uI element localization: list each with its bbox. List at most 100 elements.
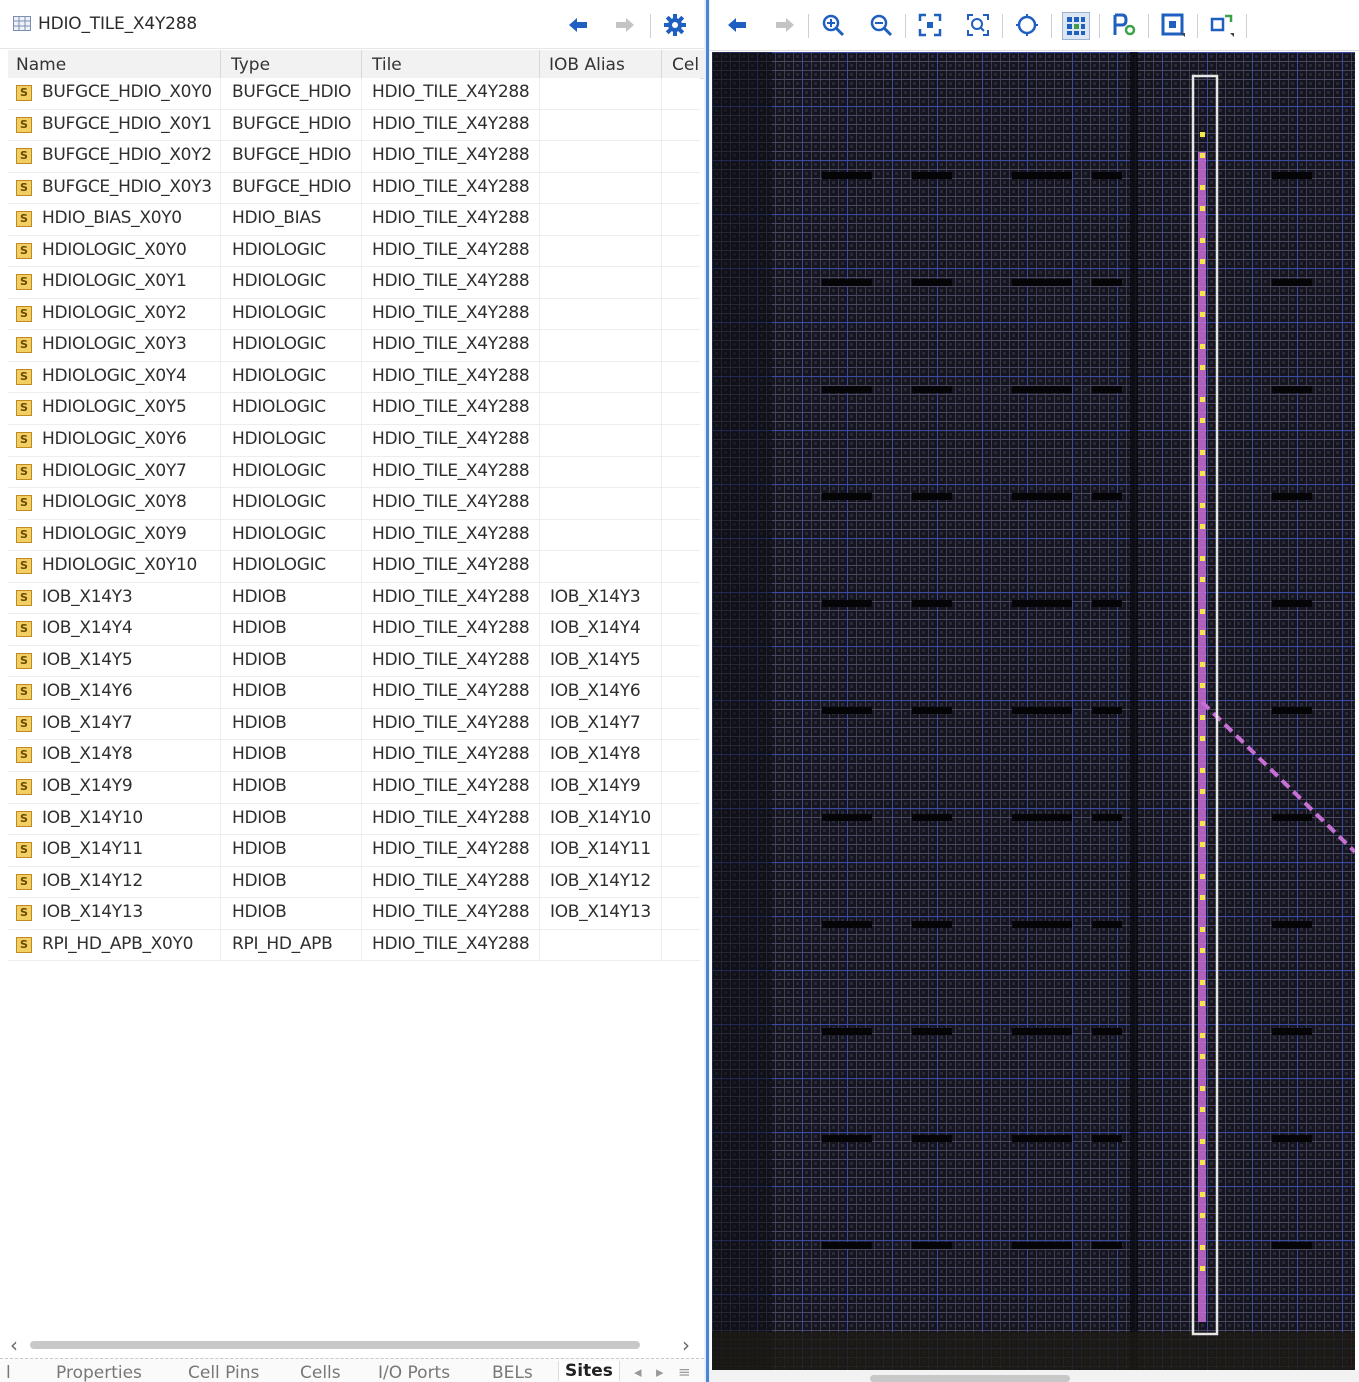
- column-header-cell[interactable]: Cel: [672, 55, 699, 75]
- site-marker: [1200, 874, 1205, 879]
- dsp-block: [1012, 1028, 1072, 1035]
- tab-cells[interactable]: Cells: [300, 1363, 341, 1382]
- zoom-out-icon[interactable]: [868, 12, 894, 38]
- cell-name: HDIOLOGIC_X0Y7: [42, 460, 187, 481]
- site-browser-panel: HDIO_TILE_X4Y288 Name Type Tile IOB Alia…: [0, 0, 704, 1382]
- scroll-left-icon[interactable]: ‹: [10, 1333, 18, 1357]
- forward-arrow-icon[interactable]: [612, 12, 638, 38]
- table-row[interactable]: S IOB_X14Y10 HDIOB HDIO_TILE_X4Y288 IOB_X14Y…: [8, 803, 700, 836]
- zoom-in-icon[interactable]: [820, 12, 846, 38]
- pin-placement-icon[interactable]: [1111, 12, 1137, 38]
- cell-iob-alias: IOB_X14Y6: [550, 681, 641, 702]
- dsp-block: [1092, 386, 1122, 393]
- site-marker: [1200, 683, 1205, 688]
- tab-scroll-right-icon[interactable]: ▸: [656, 1363, 664, 1381]
- column-header-tile[interactable]: Tile: [372, 55, 402, 75]
- device-canvas[interactable]: [712, 52, 1355, 1370]
- cell-name: IOB_X14Y11: [42, 839, 143, 860]
- zoom-selection-icon[interactable]: [965, 12, 991, 38]
- back-arrow-icon[interactable]: [565, 12, 591, 38]
- dsp-block: [822, 493, 872, 500]
- device-scrollbar-thumb[interactable]: [870, 1375, 1070, 1382]
- cell-type: HDIOLOGIC: [232, 239, 326, 260]
- table-row[interactable]: S HDIOLOGIC_X0Y1 HDIOLOGIC HDIO_TILE_X4Y288: [8, 267, 700, 299]
- cell-tile: HDIO_TILE_X4Y288: [372, 902, 530, 923]
- table-row[interactable]: S HDIOLOGIC_X0Y5 HDIOLOGIC HDIO_TILE_X4Y288: [8, 393, 700, 426]
- table-row[interactable]: S RPI_HD_APB_X0Y0 RPI_HD_APB HDIO_TILE_X4Y2…: [8, 929, 700, 962]
- tab-list-menu-icon[interactable]: ≡: [678, 1363, 691, 1381]
- cell-name: HDIOLOGIC_X0Y0: [42, 239, 187, 260]
- tab-bels[interactable]: BELs: [492, 1363, 533, 1382]
- horizontal-scrollbar[interactable]: ‹ ›: [8, 1333, 698, 1357]
- dsp-block: [1272, 921, 1312, 928]
- tab-scroll-left-icon[interactable]: ◂: [634, 1363, 642, 1381]
- site-marker: [1200, 1054, 1205, 1059]
- table-row[interactable]: S HDIOLOGIC_X0Y9 HDIOLOGIC HDIO_TILE_X4Y288: [8, 519, 700, 552]
- table-row[interactable]: S HDIO_BIAS_X0Y0 HDIO_BIAS HDIO_TILE_X4Y288: [8, 204, 700, 236]
- dsp-block: [1092, 279, 1122, 286]
- cell-type: BUFGCE_HDIO: [232, 145, 352, 166]
- table-row[interactable]: S IOB_X14Y12 HDIOB HDIO_TILE_X4Y288 IOB_X14Y…: [8, 866, 700, 899]
- cell-type: HDIOLOGIC: [232, 397, 326, 418]
- more-options-icon[interactable]: [1209, 12, 1235, 38]
- tab-io-ports[interactable]: I/O Ports: [378, 1363, 450, 1382]
- device-grid[interactable]: [712, 52, 1355, 1370]
- table-row[interactable]: S BUFGCE_HDIO_X0Y1 BUFGCE_HDIO HDIO_TILE_X4…: [8, 109, 700, 142]
- table-row[interactable]: S BUFGCE_HDIO_X0Y3 BUFGCE_HDIO HDIO_TILE_X4…: [8, 172, 700, 205]
- site-marker: [1200, 1139, 1205, 1144]
- select-area-icon[interactable]: [1160, 12, 1186, 38]
- column-header-iob-alias[interactable]: IOB Alias: [549, 55, 625, 75]
- cell-iob-alias: IOB_X14Y4: [550, 618, 641, 639]
- dsp-block: [912, 1028, 952, 1035]
- cell-tile: HDIO_TILE_X4Y288: [372, 113, 530, 134]
- scrollbar-thumb[interactable]: [30, 1341, 640, 1349]
- cell-tile: HDIO_TILE_X4Y288: [372, 271, 530, 292]
- table-row[interactable]: S IOB_X14Y4 HDIOB HDIO_TILE_X4Y288 IOB_X14Y4: [8, 614, 700, 646]
- table-row[interactable]: S HDIOLOGIC_X0Y6 HDIOLOGIC HDIO_TILE_X4Y288: [8, 425, 700, 457]
- table-row[interactable]: S HDIOLOGIC_X0Y10 HDIOLOGIC HDIO_TILE_X4Y28…: [8, 551, 700, 583]
- table-row[interactable]: S HDIOLOGIC_X0Y7 HDIOLOGIC HDIO_TILE_X4Y288: [8, 456, 700, 489]
- column-header-name[interactable]: Name: [16, 55, 66, 75]
- table-row[interactable]: S IOB_X14Y13 HDIOB HDIO_TILE_X4Y288 IOB_X14Y…: [8, 898, 700, 930]
- tab-sites[interactable]: Sites: [558, 1361, 620, 1381]
- dsp-block: [912, 600, 952, 607]
- site-marker: [1200, 418, 1205, 423]
- tab-partial[interactable]: l: [6, 1363, 11, 1382]
- zoom-fit-icon[interactable]: [917, 12, 943, 38]
- table-row[interactable]: S HDIOLOGIC_X0Y8 HDIOLOGIC HDIO_TILE_X4Y288: [8, 488, 700, 520]
- site-icon: S: [16, 242, 32, 259]
- tab-properties[interactable]: Properties: [56, 1363, 142, 1382]
- tab-cell-pins[interactable]: Cell Pins: [188, 1363, 259, 1382]
- site-marker: [1200, 1107, 1205, 1112]
- back-arrow-icon[interactable]: [724, 12, 750, 38]
- site-marker: [1200, 577, 1205, 582]
- table-row[interactable]: S HDIOLOGIC_X0Y2 HDIOLOGIC HDIO_TILE_X4Y288: [8, 298, 700, 331]
- dsp-block: [912, 1242, 952, 1249]
- table-row[interactable]: S IOB_X14Y7 HDIOB HDIO_TILE_X4Y288 IOB_X14Y7: [8, 708, 700, 741]
- table-row[interactable]: S IOB_X14Y6 HDIOB HDIO_TILE_X4Y288 IOB_X14Y6: [8, 677, 700, 709]
- scroll-right-icon[interactable]: ›: [682, 1333, 690, 1357]
- cell-type: RPI_HD_APB: [232, 933, 333, 954]
- cell-iob-alias: IOB_X14Y12: [550, 870, 651, 891]
- table-row[interactable]: S HDIOLOGIC_X0Y0 HDIOLOGIC HDIO_TILE_X4Y288: [8, 235, 700, 268]
- forward-arrow-icon[interactable]: [772, 12, 798, 38]
- table-row[interactable]: S IOB_X14Y3 HDIOB HDIO_TILE_X4Y288 IOB_X14Y3: [8, 582, 700, 615]
- auto-fit-selection-icon[interactable]: [1014, 12, 1040, 38]
- device-scrollbar[interactable]: [710, 1370, 1359, 1382]
- table-row[interactable]: S BUFGCE_HDIO_X0Y0 BUFGCE_HDIO HDIO_TILE_X4…: [8, 78, 700, 110]
- table-row[interactable]: S HDIOLOGIC_X0Y3 HDIOLOGIC HDIO_TILE_X4Y288: [8, 330, 700, 362]
- table-row[interactable]: S IOB_X14Y5 HDIOB HDIO_TILE_X4Y288 IOB_X14Y5: [8, 645, 700, 678]
- table-row[interactable]: S HDIOLOGIC_X0Y4 HDIOLOGIC HDIO_TILE_X4Y288: [8, 361, 700, 394]
- cell-name: IOB_X14Y4: [42, 618, 133, 639]
- column-header-type[interactable]: Type: [231, 55, 270, 75]
- cell-type: HDIOB: [232, 870, 287, 891]
- routing-resources-icon[interactable]: [1062, 12, 1090, 40]
- bottom-edge-band: [712, 1332, 1355, 1370]
- table-row[interactable]: S IOB_X14Y9 HDIOB HDIO_TILE_X4Y288 IOB_X14Y9: [8, 772, 700, 804]
- dsp-block: [1012, 279, 1072, 286]
- gear-icon[interactable]: [662, 12, 688, 38]
- cell-type: BUFGCE_HDIO: [232, 113, 352, 134]
- table-row[interactable]: S IOB_X14Y8 HDIOB HDIO_TILE_X4Y288 IOB_X14Y8: [8, 740, 700, 773]
- table-row[interactable]: S IOB_X14Y11 HDIOB HDIO_TILE_X4Y288 IOB_X14Y…: [8, 835, 700, 867]
- table-row[interactable]: S BUFGCE_HDIO_X0Y2 BUFGCE_HDIO HDIO_TILE_X4…: [8, 141, 700, 173]
